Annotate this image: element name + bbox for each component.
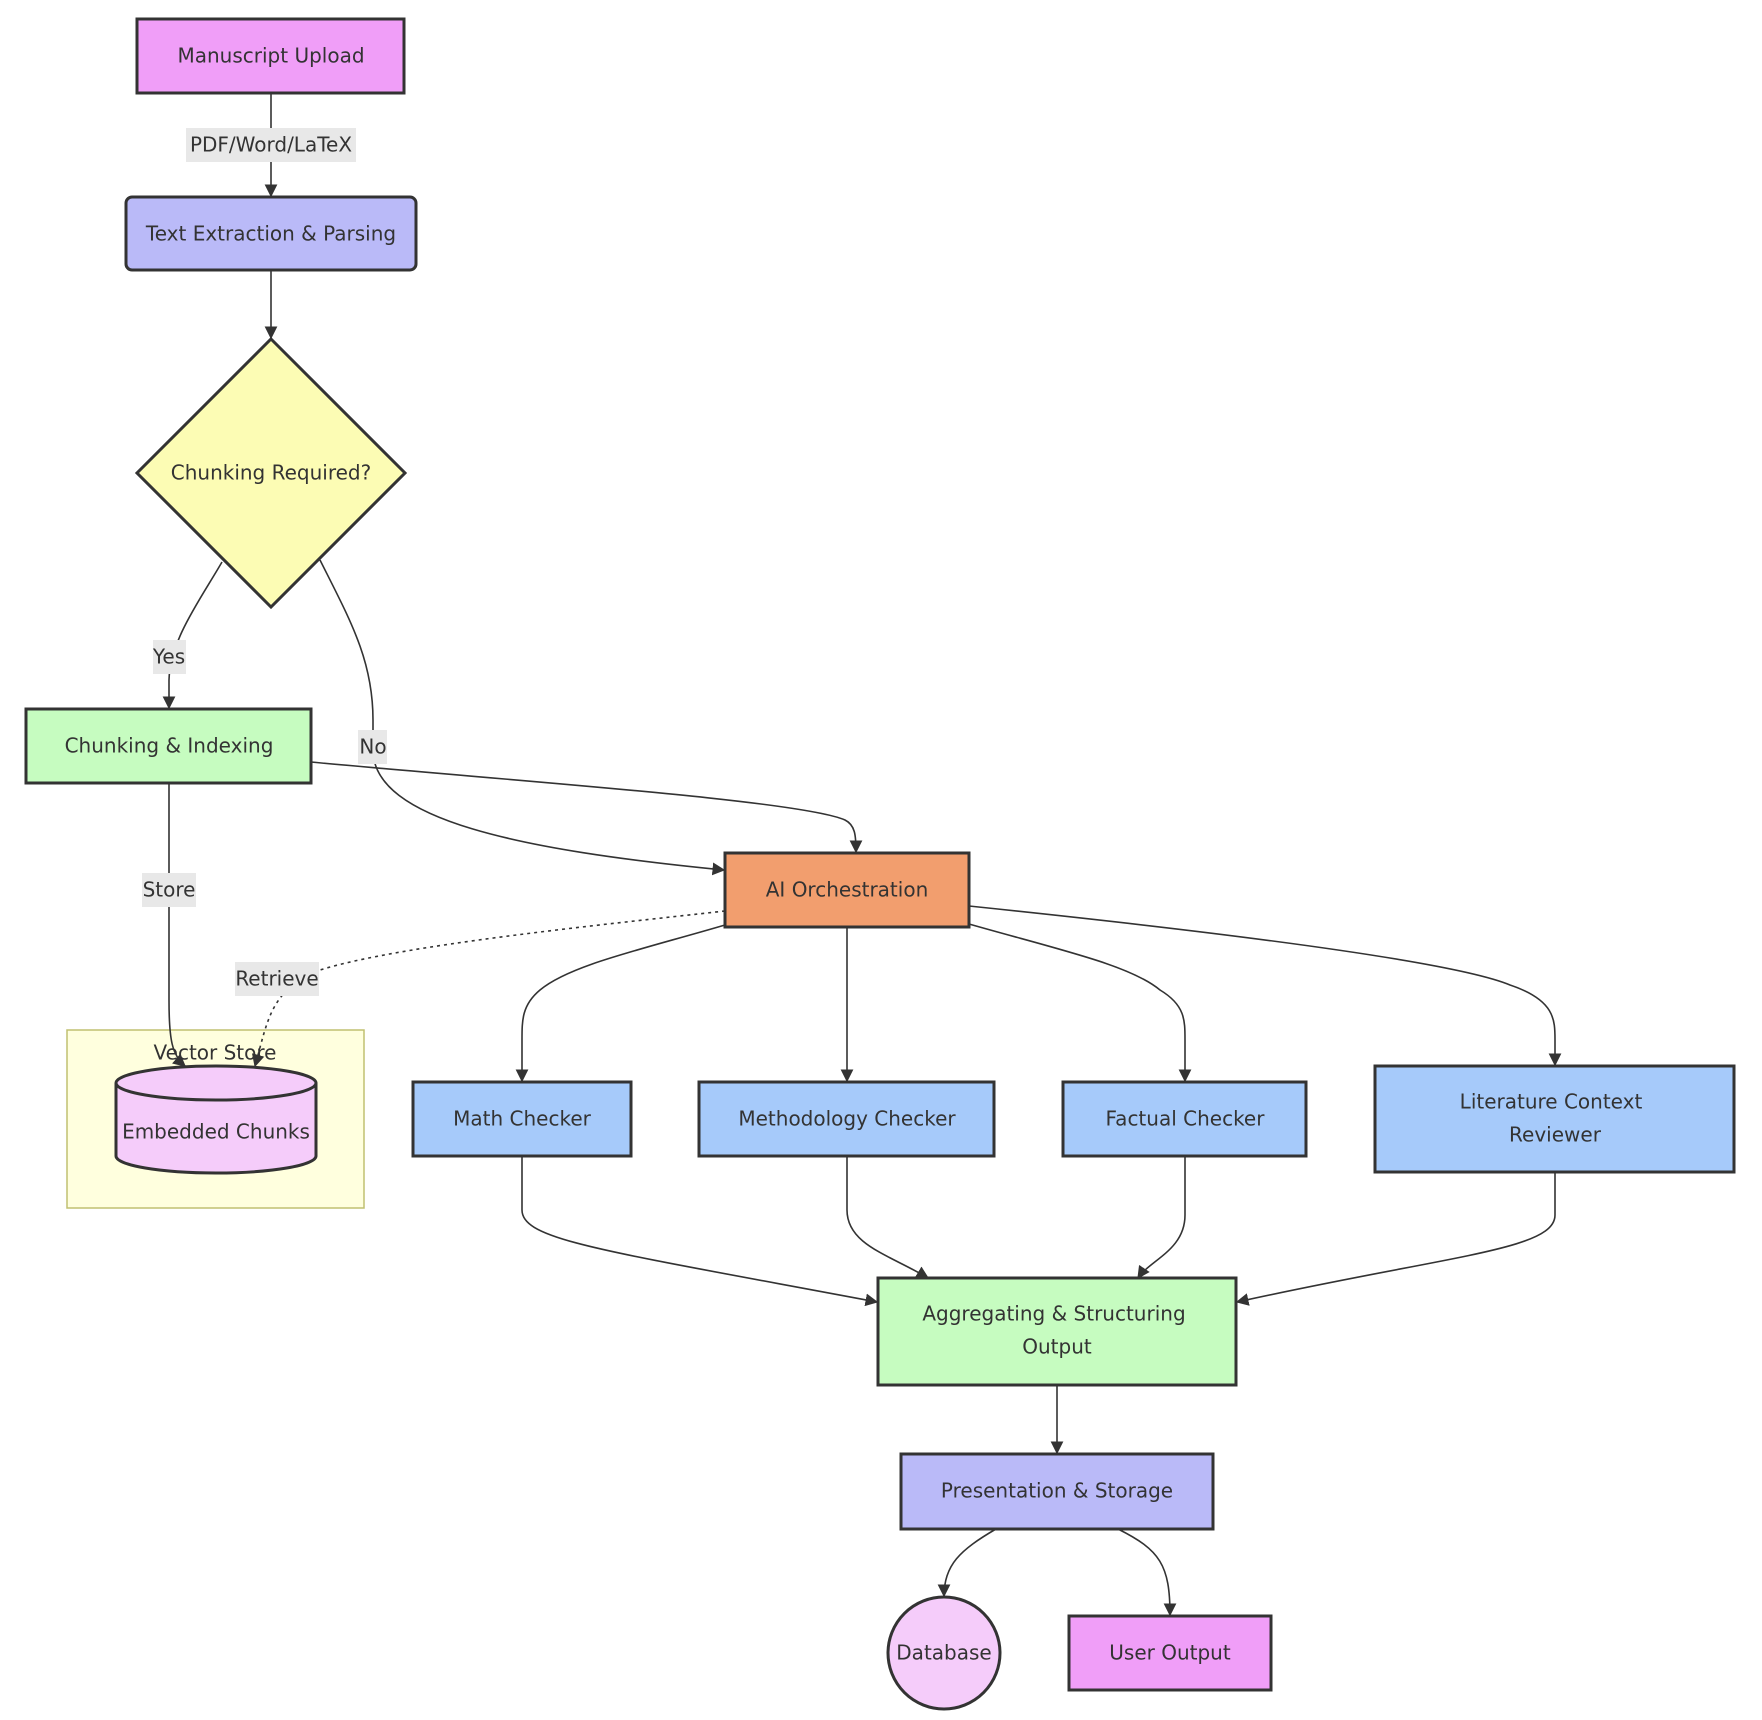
- edge-orch-fact: [968, 923, 1192, 1083]
- edge-present-db: [937, 1528, 997, 1598]
- node-math-checker[interactable]: Math Checker: [411, 1080, 633, 1158]
- node-database[interactable]: Database: [886, 1595, 1002, 1711]
- svg-text:Methodology Checker: Methodology Checker: [738, 1107, 956, 1131]
- node-manuscript-upload[interactable]: Manuscript Upload: [135, 17, 406, 95]
- svg-text:PDF/Word/LaTeX: PDF/Word/LaTeX: [190, 133, 352, 157]
- edge-lit-agg: [1235, 1172, 1556, 1306]
- node-chunking-indexing[interactable]: Chunking & Indexing: [24, 707, 313, 785]
- svg-text:Chunking & Indexing: Chunking & Indexing: [65, 734, 274, 758]
- node-user-output[interactable]: User Output: [1067, 1614, 1273, 1692]
- svg-text:User Output: User Output: [1109, 1641, 1231, 1665]
- flowchart-diagram: Vector Store PDF/Word/LaTeX Yes No Store…: [24, 17, 1736, 1711]
- node-literature-reviewer-shape: [1373, 1064, 1736, 1174]
- node-chunking-decision[interactable]: Chunking Required?: [134, 336, 408, 610]
- edge-fact-agg: [1137, 1156, 1186, 1280]
- svg-text:Text Extraction & Parsing: Text Extraction & Parsing: [145, 222, 396, 246]
- node-factual-checker[interactable]: Factual Checker: [1061, 1080, 1308, 1158]
- svg-text:Database: Database: [896, 1641, 991, 1665]
- edge-present-user: [1117, 1528, 1177, 1617]
- svg-text:Factual Checker: Factual Checker: [1106, 1107, 1266, 1131]
- svg-text:Yes: Yes: [152, 645, 185, 669]
- svg-text:Retrieve: Retrieve: [235, 967, 318, 991]
- edge-decision-orch: [319, 559, 726, 876]
- edge-label-retrieve: Retrieve: [235, 962, 319, 996]
- edge-label-no: No: [358, 730, 387, 764]
- svg-text:Manuscript Upload: Manuscript Upload: [177, 44, 364, 68]
- svg-text:Presentation & Storage: Presentation & Storage: [941, 1479, 1173, 1503]
- node-text-extraction[interactable]: Text Extraction & Parsing: [124, 195, 418, 272]
- svg-text:Reviewer: Reviewer: [1509, 1123, 1602, 1147]
- svg-text:No: No: [359, 735, 386, 759]
- node-ai-orchestration[interactable]: AI Orchestration: [723, 851, 971, 929]
- svg-text:AI Orchestration: AI Orchestration: [766, 878, 929, 902]
- node-literature-reviewer[interactable]: Literature Context Reviewer: [1373, 1064, 1736, 1174]
- svg-text:Chunking Required?: Chunking Required?: [171, 461, 372, 485]
- edge-math-agg: [521, 1156, 879, 1307]
- edge-method-agg: [846, 1156, 930, 1279]
- node-presentation-storage[interactable]: Presentation & Storage: [899, 1452, 1215, 1531]
- svg-text:Store: Store: [143, 878, 196, 902]
- edge-chunk-embedded: [168, 783, 186, 1067]
- edge-label-pdf-word-latex: PDF/Word/LaTeX: [186, 128, 356, 162]
- svg-text:Embedded Chunks: Embedded Chunks: [122, 1120, 310, 1144]
- edge-label-yes: Yes: [152, 640, 186, 674]
- svg-text:Aggregating & Structuring: Aggregating & Structuring: [922, 1302, 1185, 1326]
- edge-orch-lit: [968, 905, 1562, 1067]
- svg-text:Literature Context: Literature Context: [1460, 1090, 1643, 1114]
- node-methodology-checker[interactable]: Methodology Checker: [697, 1080, 996, 1158]
- edge-chunk-orch: [310, 761, 863, 854]
- node-embedded-chunks[interactable]: Embedded Chunks: [114, 1064, 318, 1175]
- edge-orch-math: [515, 924, 726, 1083]
- svg-text:Math Checker: Math Checker: [453, 1107, 592, 1131]
- edge-label-store: Store: [142, 873, 196, 907]
- node-aggregating-output[interactable]: Aggregating & Structuring Output: [876, 1276, 1238, 1387]
- edge-decision-chunk: [162, 561, 223, 710]
- nodes: Manuscript Upload Text Extraction & Pars…: [24, 17, 1736, 1711]
- node-aggregating-output-shape: [876, 1276, 1238, 1387]
- svg-text:Output: Output: [1022, 1335, 1092, 1359]
